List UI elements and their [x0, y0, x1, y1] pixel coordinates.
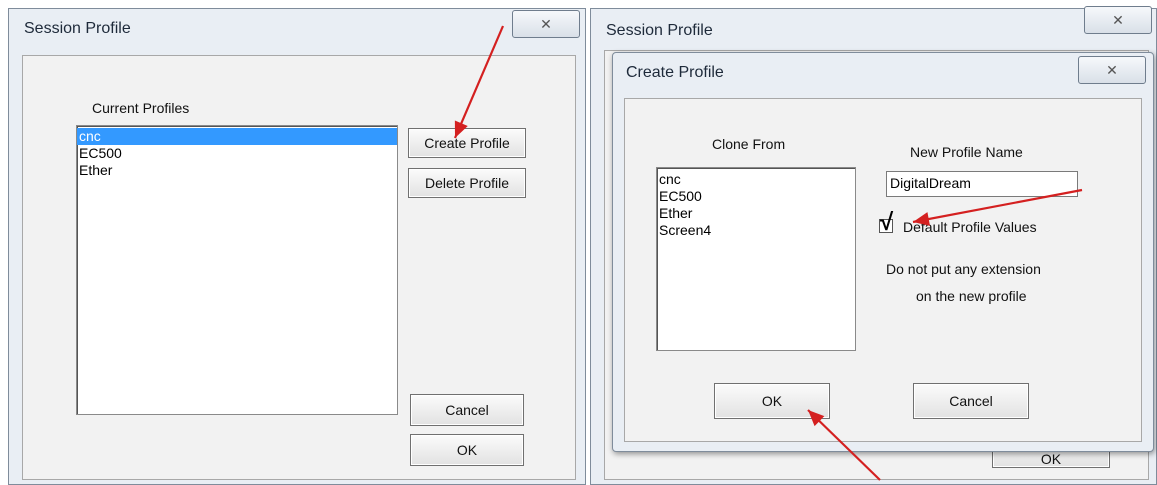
- close-icon: ✕: [1112, 11, 1124, 28]
- new-profile-name-input[interactable]: DigitalDream: [886, 171, 1078, 197]
- close-icon: ✕: [540, 15, 552, 32]
- ok-button[interactable]: OK: [410, 434, 524, 466]
- cancel-button[interactable]: Cancel: [410, 394, 524, 426]
- list-item[interactable]: EC500: [657, 188, 855, 205]
- check-icon: √: [880, 209, 894, 236]
- list-item[interactable]: Ether: [77, 162, 397, 179]
- close-button[interactable]: ✕: [512, 10, 580, 38]
- note-line-2: on the new profile: [916, 288, 1027, 304]
- dialog-title: Create Profile: [626, 64, 724, 81]
- ok-button[interactable]: OK: [714, 383, 830, 419]
- current-profiles-list[interactable]: cnc EC500 Ether: [76, 125, 398, 415]
- list-item[interactable]: Screen4: [657, 222, 855, 239]
- close-button[interactable]: ✕: [1084, 6, 1152, 34]
- window-title: Session Profile: [606, 22, 713, 39]
- note-line-1: Do not put any extension: [886, 261, 1041, 277]
- cancel-button[interactable]: Cancel: [913, 383, 1029, 419]
- list-item[interactable]: cnc: [77, 128, 397, 145]
- close-icon: ✕: [1106, 61, 1118, 78]
- create-profile-button[interactable]: Create Profile: [408, 128, 526, 158]
- session-profile-window-right: Session Profile ✕ OK Create Profile ✕ Cl…: [590, 0, 1157, 485]
- close-button[interactable]: ✕: [1078, 56, 1146, 84]
- list-item[interactable]: cnc: [657, 171, 855, 188]
- new-profile-name-label: New Profile Name: [910, 144, 1023, 160]
- delete-profile-button[interactable]: Delete Profile: [408, 168, 526, 198]
- session-profile-window-left: Session Profile ✕ Current Profiles cnc E…: [0, 0, 590, 485]
- current-profiles-label: Current Profiles: [92, 100, 190, 116]
- list-item[interactable]: Ether: [657, 205, 855, 222]
- default-values-label: Default Profile Values: [903, 219, 1037, 235]
- window-title: Session Profile: [24, 20, 131, 37]
- clone-from-list[interactable]: cnc EC500 Ether Screen4: [656, 167, 856, 351]
- list-item[interactable]: EC500: [77, 145, 397, 162]
- clone-from-label: Clone From: [712, 136, 786, 152]
